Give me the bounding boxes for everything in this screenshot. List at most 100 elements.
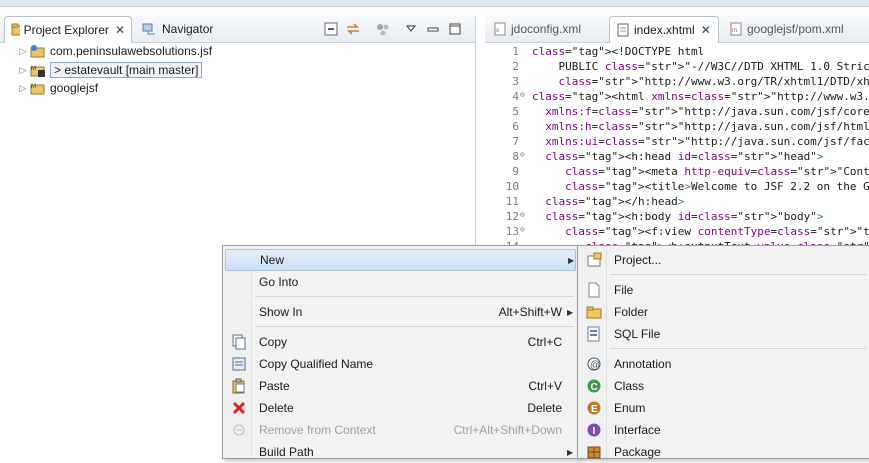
menu-item-sql-file[interactable]: SQL File	[580, 323, 868, 345]
menu-item-delete[interactable]: Delete Delete	[225, 397, 576, 419]
line-number: 1	[512, 45, 519, 58]
view-menu-icon[interactable]	[402, 20, 420, 38]
maximize-icon[interactable]	[446, 20, 464, 38]
tab-label: index.xhtml	[634, 23, 695, 37]
project-icon	[586, 252, 602, 268]
menu-item-copy[interactable]: Copy Ctrl+C	[225, 331, 576, 353]
submenu-arrow-icon: ▶	[567, 447, 574, 457]
menu-item-label: Delete	[259, 401, 294, 415]
fold-toggle-icon[interactable]: ⊖	[520, 150, 525, 159]
menu-item-interface[interactable]: I Interface	[580, 419, 868, 441]
line-number: 3	[512, 75, 519, 88]
menu-item-new[interactable]: New ▶	[225, 249, 576, 271]
class-icon: C	[586, 378, 602, 394]
line-number: 4	[512, 90, 519, 103]
copy-qualified-name-icon	[231, 356, 247, 372]
code-text: xmlns:h=class="str">"http://java.sun.com…	[545, 120, 869, 133]
expand-arrow-icon[interactable]: ▷	[18, 83, 28, 94]
close-icon[interactable]: ✕	[701, 23, 711, 37]
menu-item-shortcut: Ctrl+V	[528, 379, 562, 393]
code-text: class="tag"><h:body id=class="str">"body…	[545, 210, 824, 223]
tree-item-label: googlejsf	[50, 81, 99, 95]
code-text: class="tag"><meta http-equiv=class="str"…	[565, 165, 869, 178]
navigator-icon	[142, 23, 155, 35]
expand-arrow-icon[interactable]: ▷	[18, 46, 28, 57]
tab-label: Project Explorer	[23, 23, 109, 37]
git-project-icon: M	[30, 66, 45, 77]
close-icon[interactable]: ✕	[115, 23, 125, 37]
enum-icon: E	[586, 400, 602, 416]
tab-navigator[interactable]: Navigator	[136, 16, 226, 42]
annotation-icon: @	[586, 356, 602, 372]
menu-item-label: Project...	[614, 253, 662, 267]
line-number: 2	[512, 60, 519, 73]
menu-item-build-path[interactable]: Build Path ▶	[225, 441, 576, 463]
menu-item-show-in[interactable]: Show In Alt+Shift+W ▶	[225, 301, 576, 323]
menu-item-class[interactable]: C Class	[580, 375, 868, 397]
menu-item-label: Enum	[614, 401, 646, 415]
line-number: 5	[512, 105, 519, 118]
menu-item-annotation[interactable]: @ Annotation	[580, 353, 868, 375]
focus-icon[interactable]	[374, 20, 392, 38]
tab-project-explorer[interactable]: Project Explorer ✕	[4, 16, 132, 43]
line-number: 9	[512, 165, 519, 178]
link-with-editor-icon[interactable]	[344, 20, 362, 38]
menu-item-label: Paste	[259, 379, 290, 393]
code-text: class="str">"http://www.w3.org/TR/xhtml1…	[558, 75, 869, 88]
svg-text:m: m	[732, 28, 737, 34]
tree-item-project[interactable]: ▷ M googlejsf	[18, 79, 99, 97]
collapse-all-icon[interactable]	[322, 20, 340, 38]
menu-item-paste[interactable]: Paste Ctrl+V	[225, 375, 576, 397]
copy-icon	[231, 334, 247, 350]
code-text: class="tag"><!DOCTYPE html	[532, 45, 705, 58]
tab-label: googlejsf/pom.xml	[747, 22, 844, 36]
tree-item-project-selected[interactable]: ▷ M > estatevault [main master]	[18, 61, 203, 79]
menu-item-copy-qualified-name[interactable]: Copy Qualified Name	[225, 353, 576, 375]
menu-item-label: Copy	[259, 335, 288, 349]
project-icon: M	[30, 84, 45, 95]
project-icon	[30, 45, 45, 58]
menu-item-label: Go Into	[259, 275, 299, 289]
xhtml-file-icon	[617, 23, 629, 37]
menu-item-folder[interactable]: Folder	[580, 301, 868, 323]
tree-item-project[interactable]: ▷ com.peninsulawebsolutions.jsf	[18, 42, 213, 60]
menu-separator	[610, 348, 866, 349]
svg-text:E: E	[591, 404, 598, 415]
tab-label: jdoconfig.xml	[511, 22, 582, 36]
menu-item-label: File	[614, 283, 634, 297]
tree-item-label: com.peninsulawebsolutions.jsf	[50, 44, 213, 58]
code-text: class="tag"><f:view contentType=class="s…	[565, 225, 869, 238]
menu-item-label: SQL File	[614, 327, 661, 341]
menu-separator	[610, 274, 866, 275]
menu-item-label: Remove from Context	[259, 423, 376, 437]
maven-pom-icon: m	[730, 22, 742, 36]
tab-index-xhtml[interactable]: index.xhtml ✕	[609, 16, 719, 43]
menu-item-enum[interactable]: E Enum	[580, 397, 868, 419]
svg-text:M: M	[31, 66, 36, 72]
menu-item-remove-from-context[interactable]: Remove from Context Ctrl+Alt+Shift+Down	[225, 419, 576, 441]
menu-item-file[interactable]: File	[580, 279, 868, 301]
code-text: xmlns:f=class="str">"http://java.sun.com…	[545, 105, 869, 118]
menu-item-go-into[interactable]: Go Into	[225, 271, 576, 293]
tab-pom-xml[interactable]: m googlejsf/pom.xml	[723, 16, 869, 42]
fold-toggle-icon[interactable]: ⊖	[520, 90, 525, 99]
main-toolbar-strip	[0, 0, 869, 7]
folder-icon	[586, 304, 602, 320]
fold-toggle-icon[interactable]: ⊖	[520, 210, 525, 219]
line-number: 7	[512, 135, 519, 148]
menu-item-label: Class	[614, 379, 645, 393]
new-submenu: Project... File Folder SQL File @ Annotation C…	[577, 245, 869, 459]
tree-item-label: > estatevault [main master]	[50, 62, 203, 78]
menu-item-project[interactable]: Project...	[580, 249, 868, 271]
paste-icon	[231, 378, 247, 394]
code-text: class="tag"><title>Welcome to JSF 2.2 on…	[565, 180, 869, 193]
code-text: class="tag"><html xmlns=class="str">"htt…	[532, 90, 869, 103]
xml-file-icon: x	[494, 22, 506, 36]
minimize-icon[interactable]	[424, 20, 442, 38]
menu-item-shortcut: Delete	[527, 401, 562, 415]
menu-item-label: New	[260, 253, 285, 267]
tab-jdoconfig[interactable]: x jdoconfig.xml	[487, 16, 605, 42]
expand-arrow-icon[interactable]: ▷	[18, 65, 28, 76]
menu-item-package[interactable]: Package	[580, 441, 868, 463]
fold-toggle-icon[interactable]: ⊖	[520, 225, 525, 234]
